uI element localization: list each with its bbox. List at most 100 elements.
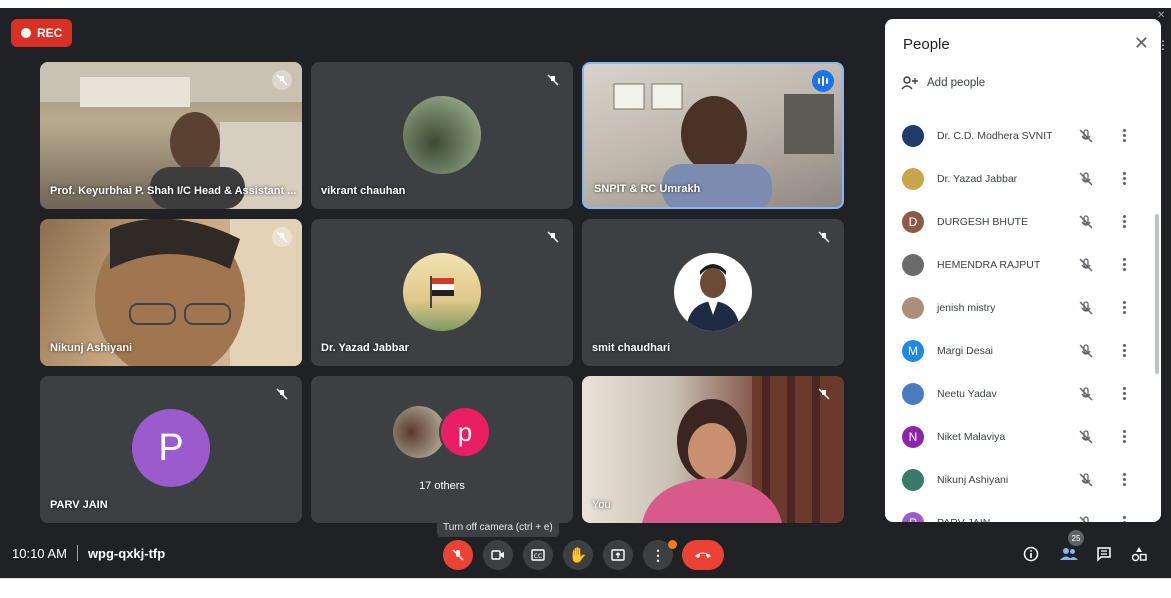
meeting-details-button[interactable] bbox=[1020, 543, 1042, 565]
people-list-scrollbar[interactable] bbox=[1155, 214, 1159, 374]
chat-button[interactable] bbox=[1093, 543, 1115, 565]
more-options-icon[interactable] bbox=[1117, 170, 1131, 188]
participant-avatar: P bbox=[132, 409, 210, 487]
person-row[interactable]: Dr. C.D. Modhera SVNIT bbox=[885, 114, 1153, 157]
mic-off-icon[interactable] bbox=[1077, 471, 1095, 489]
leave-call-button[interactable] bbox=[682, 540, 724, 570]
person-row[interactable]: jenish mistry bbox=[885, 286, 1153, 329]
mic-off-icon[interactable] bbox=[1077, 127, 1095, 145]
add-people-label: Add people bbox=[927, 77, 986, 89]
close-icon[interactable]: ✕ bbox=[1157, 10, 1165, 21]
person-row[interactable]: Dr. Yazad Jabbar bbox=[885, 157, 1153, 200]
participant-avatar: p bbox=[439, 406, 491, 458]
meeting-info: 10:10 AM wpg-qxkj-tfp bbox=[12, 545, 165, 561]
more-options-icon[interactable] bbox=[1117, 299, 1131, 317]
person-name: Neetu Yadav bbox=[937, 387, 997, 400]
mic-off-icon bbox=[543, 70, 563, 90]
more-options-icon[interactable] bbox=[1117, 342, 1131, 360]
video-tile[interactable]: Prof. Keyurbhai P. Shah I/C Head & Assis… bbox=[40, 62, 302, 209]
person-row[interactable]: M Margi Desai bbox=[885, 329, 1153, 372]
mic-off-icon[interactable] bbox=[1077, 299, 1095, 317]
camera-toggle-button[interactable] bbox=[483, 540, 513, 570]
person-row[interactable]: D DURGESH BHUTE bbox=[885, 200, 1153, 243]
person-name: Dr. Yazad Jabbar bbox=[937, 172, 1018, 185]
mic-off-icon bbox=[543, 227, 563, 247]
avatar bbox=[902, 382, 924, 405]
participant-video-frame bbox=[642, 376, 844, 523]
mic-off-icon[interactable] bbox=[1077, 170, 1095, 188]
camera-icon bbox=[491, 550, 504, 560]
video-tile-active-speaker[interactable]: SNPIT & RC Umrakh bbox=[582, 62, 844, 209]
people-list: Dr. C.D. Modhera SVNIT Dr. Yazad Jabbar D D… bbox=[885, 114, 1153, 522]
speaking-indicator-icon bbox=[812, 70, 834, 92]
close-icon[interactable]: ✕ bbox=[1134, 33, 1149, 54]
more-options-icon[interactable] bbox=[1117, 256, 1131, 274]
activities-icon bbox=[1131, 547, 1147, 562]
person-row[interactable]: HEMENDRA RAJPUT bbox=[885, 243, 1153, 286]
window-edge bbox=[1160, 8, 1171, 578]
person-name: HEMENDRA RAJPUT bbox=[937, 258, 1041, 271]
person-row[interactable]: Nikunj Ashiyani bbox=[885, 458, 1153, 501]
mic-off-icon bbox=[272, 384, 292, 404]
people-icon bbox=[1060, 548, 1078, 560]
person-name: Dr. C.D. Modhera SVNIT bbox=[937, 129, 1053, 142]
camera-tooltip: Turn off camera (ctrl + e) bbox=[437, 517, 559, 537]
mic-off-icon[interactable] bbox=[1077, 428, 1095, 446]
person-row[interactable]: P PARV JAIN bbox=[885, 501, 1153, 522]
mic-off-icon[interactable] bbox=[1077, 256, 1095, 274]
mic-off-icon bbox=[814, 384, 834, 404]
participants-count-badge: 25 bbox=[1068, 530, 1084, 546]
hang-up-icon bbox=[695, 552, 711, 558]
mic-toggle-button[interactable] bbox=[443, 540, 473, 570]
mic-off-icon bbox=[814, 227, 834, 247]
add-people-button[interactable]: Add people bbox=[901, 76, 985, 90]
mic-off-icon bbox=[272, 70, 292, 90]
more-options-icon: ⋮ bbox=[651, 547, 665, 563]
video-tile[interactable]: smit chaudhari bbox=[582, 219, 844, 366]
avatar bbox=[902, 296, 924, 319]
svg-text:CC: CC bbox=[534, 553, 542, 560]
participant-name: Nikunj Ashiyani bbox=[50, 342, 133, 354]
more-options-icon[interactable]: ⋮ bbox=[1157, 38, 1169, 52]
more-options-icon[interactable] bbox=[1117, 127, 1131, 145]
participant-name: smit chaudhari bbox=[592, 342, 671, 354]
panel-title: People bbox=[903, 36, 950, 53]
recording-indicator[interactable]: REC bbox=[11, 19, 73, 47]
more-options-icon[interactable] bbox=[1117, 514, 1131, 522]
video-tile[interactable]: Nikunj Ashiyani bbox=[40, 219, 302, 366]
raise-hand-button[interactable]: ✋ bbox=[563, 540, 593, 570]
mic-off-icon bbox=[272, 227, 292, 247]
notification-dot bbox=[668, 540, 677, 549]
mic-off-icon[interactable] bbox=[1077, 213, 1095, 231]
add-person-icon bbox=[901, 76, 918, 90]
mic-off-icon[interactable] bbox=[1077, 514, 1095, 522]
video-tile[interactable]: P PARV JAIN bbox=[40, 376, 302, 523]
mic-off-icon bbox=[452, 549, 464, 561]
self-video-tile[interactable]: You bbox=[582, 376, 844, 523]
participant-avatar bbox=[674, 253, 752, 331]
meeting-code[interactable]: wpg-qxkj-tfp bbox=[88, 546, 165, 561]
person-row[interactable]: N Niket Malaviya bbox=[885, 415, 1153, 458]
activities-button[interactable] bbox=[1128, 543, 1150, 565]
more-options-icon[interactable] bbox=[1117, 385, 1131, 403]
people-button[interactable] bbox=[1058, 543, 1080, 565]
mic-off-icon[interactable] bbox=[1077, 385, 1095, 403]
video-tile[interactable]: Dr. Yazad Jabbar bbox=[311, 219, 573, 366]
captions-button[interactable]: CC bbox=[523, 540, 553, 570]
participant-name: PARV JAIN bbox=[50, 499, 108, 511]
person-name: Margi Desai bbox=[937, 344, 994, 357]
flag-icon bbox=[430, 276, 454, 308]
participant-avatar bbox=[403, 253, 481, 331]
others-tile[interactable]: p 17 others bbox=[311, 376, 573, 523]
participant-name: vikrant chauhan bbox=[321, 185, 406, 197]
person-row[interactable]: Neetu Yadav bbox=[885, 372, 1153, 415]
mic-off-icon[interactable] bbox=[1077, 342, 1095, 360]
chat-icon bbox=[1097, 547, 1111, 562]
more-options-icon[interactable] bbox=[1117, 428, 1131, 446]
more-options-icon[interactable] bbox=[1117, 471, 1131, 489]
video-tile[interactable]: vikrant chauhan bbox=[311, 62, 573, 209]
raise-hand-icon: ✋ bbox=[568, 547, 588, 564]
more-options-icon[interactable] bbox=[1117, 213, 1131, 231]
avatar: D bbox=[902, 210, 924, 233]
present-button[interactable] bbox=[603, 540, 633, 570]
